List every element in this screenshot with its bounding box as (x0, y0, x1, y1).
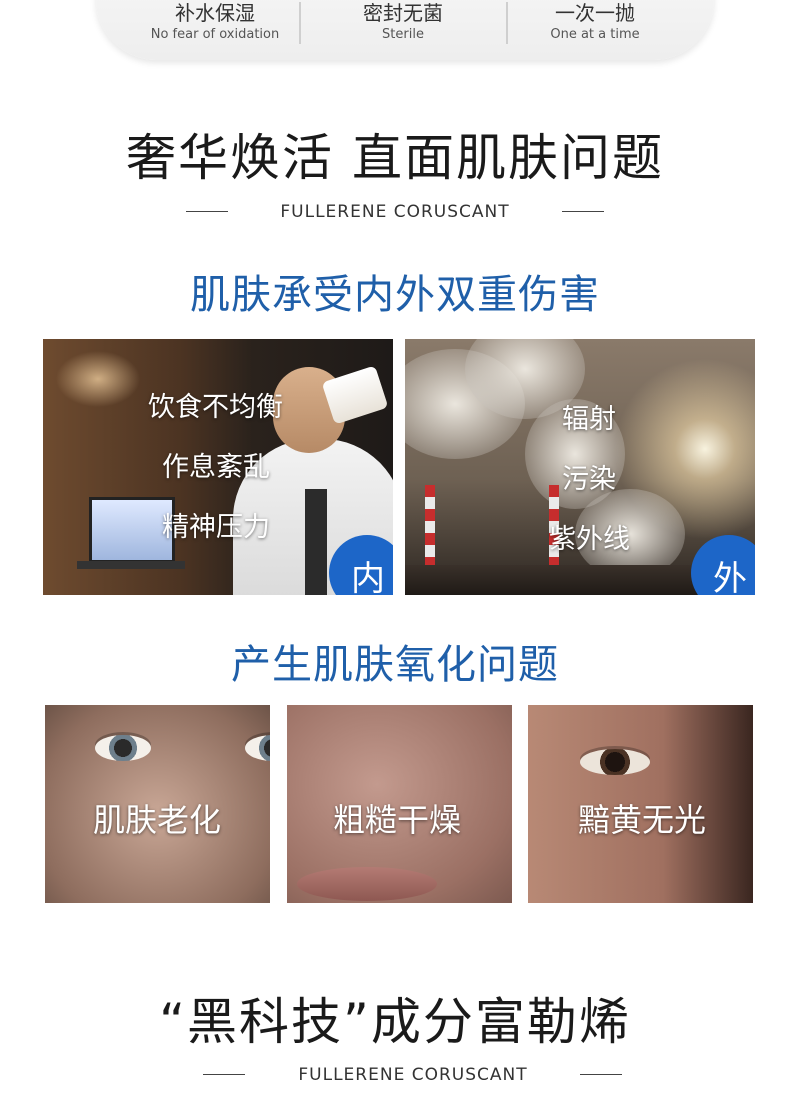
problem-dryness-panel: 粗糙干燥 (287, 705, 512, 903)
problem-label: 肌肤老化 (93, 801, 222, 839)
outer-damage-panel: 辐射 污染 紫外线 外 (405, 339, 755, 595)
feature-en: No fear of oxidation (150, 27, 280, 42)
problems-title: 产生肌肤氧化问题 (231, 642, 559, 688)
tie-image (305, 489, 327, 595)
problem-dullness-panel: 黯黄无光 (528, 705, 753, 903)
damage-title: 肌肤承受内外双重伤害 (190, 272, 600, 318)
feature-sterile: 密封无菌 Sterile (314, 0, 492, 48)
inner-badge-label: 内 (351, 559, 385, 595)
feature-cn: 补水保湿 (175, 1, 255, 25)
divider-line (580, 1074, 622, 1075)
outer-cause-2: 污染 (562, 464, 616, 495)
feature-divider (299, 2, 301, 44)
section-subtitle: FULLERENE CORUSCANT (0, 200, 790, 224)
eye-image (95, 735, 151, 761)
inner-damage-panel: 饮食不均衡 作息紊乱 精神压力 内 (43, 339, 393, 595)
laptop-base (77, 561, 185, 569)
outer-cause-1: 辐射 (562, 404, 616, 435)
lips-image (297, 867, 437, 901)
feature-cn: 密封无菌 (363, 1, 443, 25)
feature-cn: 一次一抛 (555, 1, 635, 25)
section-title: 奢华焕活 直面肌肤问题 (126, 129, 664, 187)
divider-line (562, 211, 604, 212)
feature-bar: 补水保湿 No fear of oxidation 密封无菌 Sterile 一… (96, 0, 714, 60)
problem-aging-panel: 肌肤老化 (45, 705, 270, 903)
section-subtitle: FULLERENE CORUSCANT (0, 1063, 790, 1087)
problem-label: 黯黄无光 (578, 801, 707, 839)
inner-cause-2: 作息紊乱 (162, 452, 270, 483)
feature-hydrating: 补水保湿 No fear of oxidation (126, 0, 304, 48)
subtitle-text: FULLERENE CORUSCANT (280, 202, 510, 222)
problem-label: 粗糙干燥 (333, 801, 462, 839)
inner-cause-1: 饮食不均衡 (148, 392, 283, 423)
inner-cause-3: 精神压力 (162, 512, 270, 543)
eye-image (580, 749, 650, 775)
feature-single-use: 一次一抛 One at a time (506, 0, 684, 48)
outer-badge-label: 外 (713, 559, 747, 595)
outer-cause-3: 紫外线 (549, 524, 630, 555)
section-title: “黑科技”成分富勒烯 (159, 993, 631, 1051)
subtitle-text: FULLERENE CORUSCANT (298, 1065, 528, 1085)
feature-en: Sterile (382, 27, 424, 42)
feature-en: One at a time (550, 27, 640, 42)
